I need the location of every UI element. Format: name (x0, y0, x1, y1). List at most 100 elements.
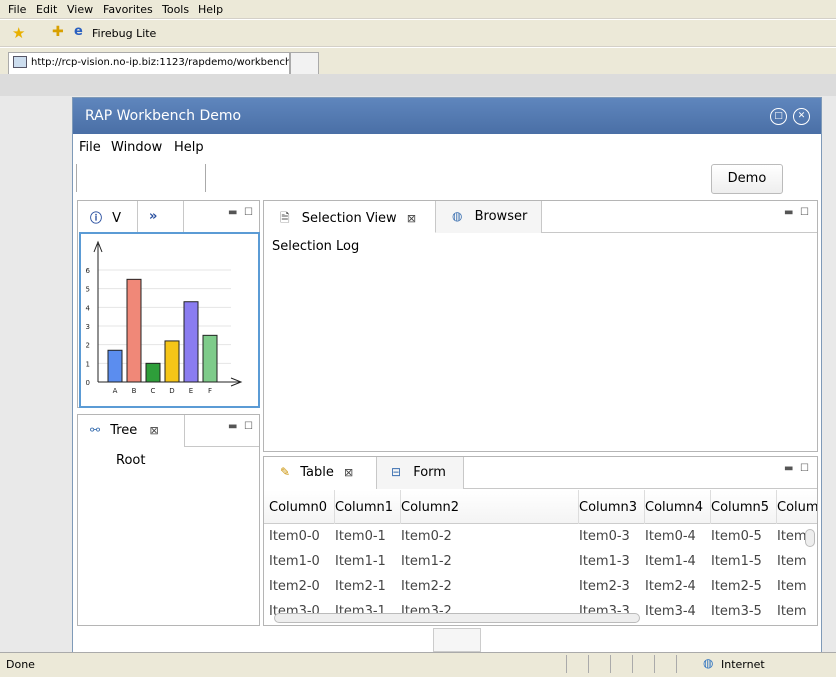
table-cell: Item (777, 554, 807, 569)
x-tick-label: A (113, 387, 118, 395)
table-cell: Item2-1 (335, 579, 386, 594)
table-cell: Item2-3 (579, 579, 630, 594)
tab-selection-view[interactable]: 🗎 Selection View ⊠ (264, 201, 436, 233)
bottom-trim-button[interactable] (433, 628, 481, 652)
browser-menu-favorites[interactable]: Favorites (103, 3, 153, 16)
browser-new-tab[interactable] (290, 52, 319, 74)
favorites-star-icon[interactable]: ★ (12, 24, 25, 42)
status-text: Done (6, 658, 35, 671)
column-header-5[interactable]: Column5 (711, 490, 777, 524)
selection-view-tabbar: 🗎 Selection View ⊠ ◍ Browser ▬ ☐ (264, 201, 817, 233)
y-tick-label: 5 (86, 286, 90, 294)
menu-help[interactable]: Help (174, 140, 204, 155)
minimize-icon[interactable]: ▬ (784, 207, 793, 218)
table-cell: Item2-5 (711, 579, 762, 594)
tab-selection-view-label: Selection View (301, 211, 397, 226)
bar-chart: 0 1 2 3 4 5 6 A B C D E F (86, 240, 243, 395)
column-header-0[interactable]: Column0 (269, 490, 335, 524)
close-tab-icon[interactable]: ⊠ (149, 424, 158, 437)
zone-text: Internet (721, 658, 765, 671)
info-icon: ⓘ (90, 211, 103, 225)
tab-v[interactable]: ⓘ V (78, 201, 138, 233)
table-row[interactable]: Item0-0 Item0-1 Item0-2 Item0-3 Item0-4 Item0… (264, 525, 817, 550)
column-header-1[interactable]: Column1 (335, 490, 401, 524)
table-cell: Item (777, 579, 807, 594)
maximize-icon[interactable]: ☐ (800, 207, 809, 218)
table-cell: Item0-4 (645, 529, 696, 544)
browser-toolbar: ★ ✚ e Firebug Lite (0, 20, 836, 47)
tab-form-label: Form (413, 465, 446, 480)
window-maximize-icon[interactable]: □ (770, 108, 787, 125)
table-cell: Item0-5 (711, 529, 762, 544)
tab-form[interactable]: ⊟ Form (377, 457, 464, 489)
bar-F (202, 334, 218, 383)
x-tick-label: B (132, 387, 137, 395)
ie-logo-icon: e (74, 24, 83, 39)
close-tab-icon[interactable]: ⊠ (407, 212, 416, 225)
tab-v-label: V (112, 211, 122, 226)
tree-root-item[interactable]: Root (116, 453, 145, 468)
column-header-4[interactable]: Column4 (645, 490, 711, 524)
minimize-icon[interactable]: ▬ (228, 421, 237, 432)
browser-tab-active[interactable]: http://rcp-vision.no-ip.biz:1123/rapdemo… (8, 52, 290, 74)
pencil-icon: ✎ (280, 465, 291, 479)
table-cell: Item3-4 (645, 604, 696, 619)
table-body: Item0-0 Item0-1 Item0-2 Item0-3 Item0-4 Item0… (264, 525, 817, 625)
maximize-icon[interactable]: ☐ (244, 421, 253, 432)
close-tab-icon[interactable]: ⊠ (344, 466, 353, 479)
maximize-icon[interactable]: ☐ (800, 463, 809, 474)
tab-browser[interactable]: ◍ Browser (436, 201, 542, 233)
chart-view-panel: ⓘ V » ▬ ☐ 0 1 2 3 4 5 6 A B C D E F (77, 200, 260, 408)
tab-table[interactable]: ✎ Table ⊠ (264, 457, 377, 489)
browser-menu-tools[interactable]: Tools (162, 3, 189, 16)
vertical-scrollbar-thumb[interactable] (805, 529, 815, 547)
table-cell: Item0-0 (269, 529, 320, 544)
browser-statusbar: Done ◍ Internet (0, 652, 836, 677)
column-header-6[interactable]: Colum (777, 490, 817, 524)
browser-menu-view[interactable]: View (67, 3, 93, 16)
table-cell: Item0-1 (335, 529, 386, 544)
table-header: Column0 Column1 Column2 Column3 Column4 … (264, 490, 817, 524)
table-cell: Item0-2 (401, 529, 452, 544)
table-cell: Item1-3 (579, 554, 630, 569)
window-titlebar: RAP Workbench Demo (73, 98, 821, 134)
table-row[interactable]: Item1-0 Item1-1 Item1-2 Item1-3 Item1-4 Item1… (264, 550, 817, 575)
table-cell: Item1-1 (335, 554, 386, 569)
browser-menu-file[interactable]: File (8, 3, 26, 16)
browser-tab-url: http://rcp-vision.no-ip.biz:1123/rapdemo… (31, 57, 290, 68)
window-title: RAP Workbench Demo (85, 108, 242, 124)
firebug-lite-button[interactable]: Firebug Lite (92, 27, 156, 40)
tab-tree[interactable]: ⚯ Tree ⊠ (78, 415, 185, 447)
menu-window[interactable]: Window (111, 140, 162, 155)
browser-menu-help[interactable]: Help (198, 3, 223, 16)
column-header-2[interactable]: Column2 (401, 490, 579, 524)
y-tick-label: 2 (86, 342, 90, 350)
minimize-icon[interactable]: ▬ (784, 463, 793, 474)
column-header-3[interactable]: Column3 (579, 490, 645, 524)
table-row[interactable]: Item2-0 Item2-1 Item2-2 Item2-3 Item2-4 Item2… (264, 575, 817, 600)
bar-D (164, 340, 180, 383)
bar-C (145, 362, 161, 383)
menu-file[interactable]: File (79, 140, 101, 155)
table-cell: Item1-5 (711, 554, 762, 569)
add-favorite-icon[interactable]: ✚ (52, 24, 64, 40)
table-cell: Item1-0 (269, 554, 320, 569)
tree-view-panel: ⚯ Tree ⊠ ▬ ☐ Root (77, 414, 260, 626)
tab-overflow[interactable]: » (138, 201, 184, 233)
y-tick-label: 1 (86, 360, 90, 368)
content-top-band (0, 74, 836, 96)
minimize-icon[interactable]: ▬ (228, 207, 237, 218)
horizontal-scrollbar-thumb[interactable] (274, 613, 640, 623)
window-menubar: File Window Help (73, 134, 821, 158)
demo-button[interactable]: Demo (711, 164, 783, 194)
x-tick-label: C (151, 387, 156, 395)
maximize-icon[interactable]: ☐ (244, 207, 253, 218)
selection-view-panel: 🗎 Selection View ⊠ ◍ Browser ▬ ☐ Selecti… (263, 200, 818, 452)
y-tick-label: 4 (86, 304, 91, 312)
browser-menu-edit[interactable]: Edit (36, 3, 57, 16)
window-close-icon[interactable]: ✕ (793, 108, 810, 125)
table-cell: Item1-2 (401, 554, 452, 569)
form-icon: ⊟ (391, 465, 402, 479)
y-tick-label: 3 (86, 323, 90, 331)
document-icon: 🗎 (280, 211, 290, 225)
